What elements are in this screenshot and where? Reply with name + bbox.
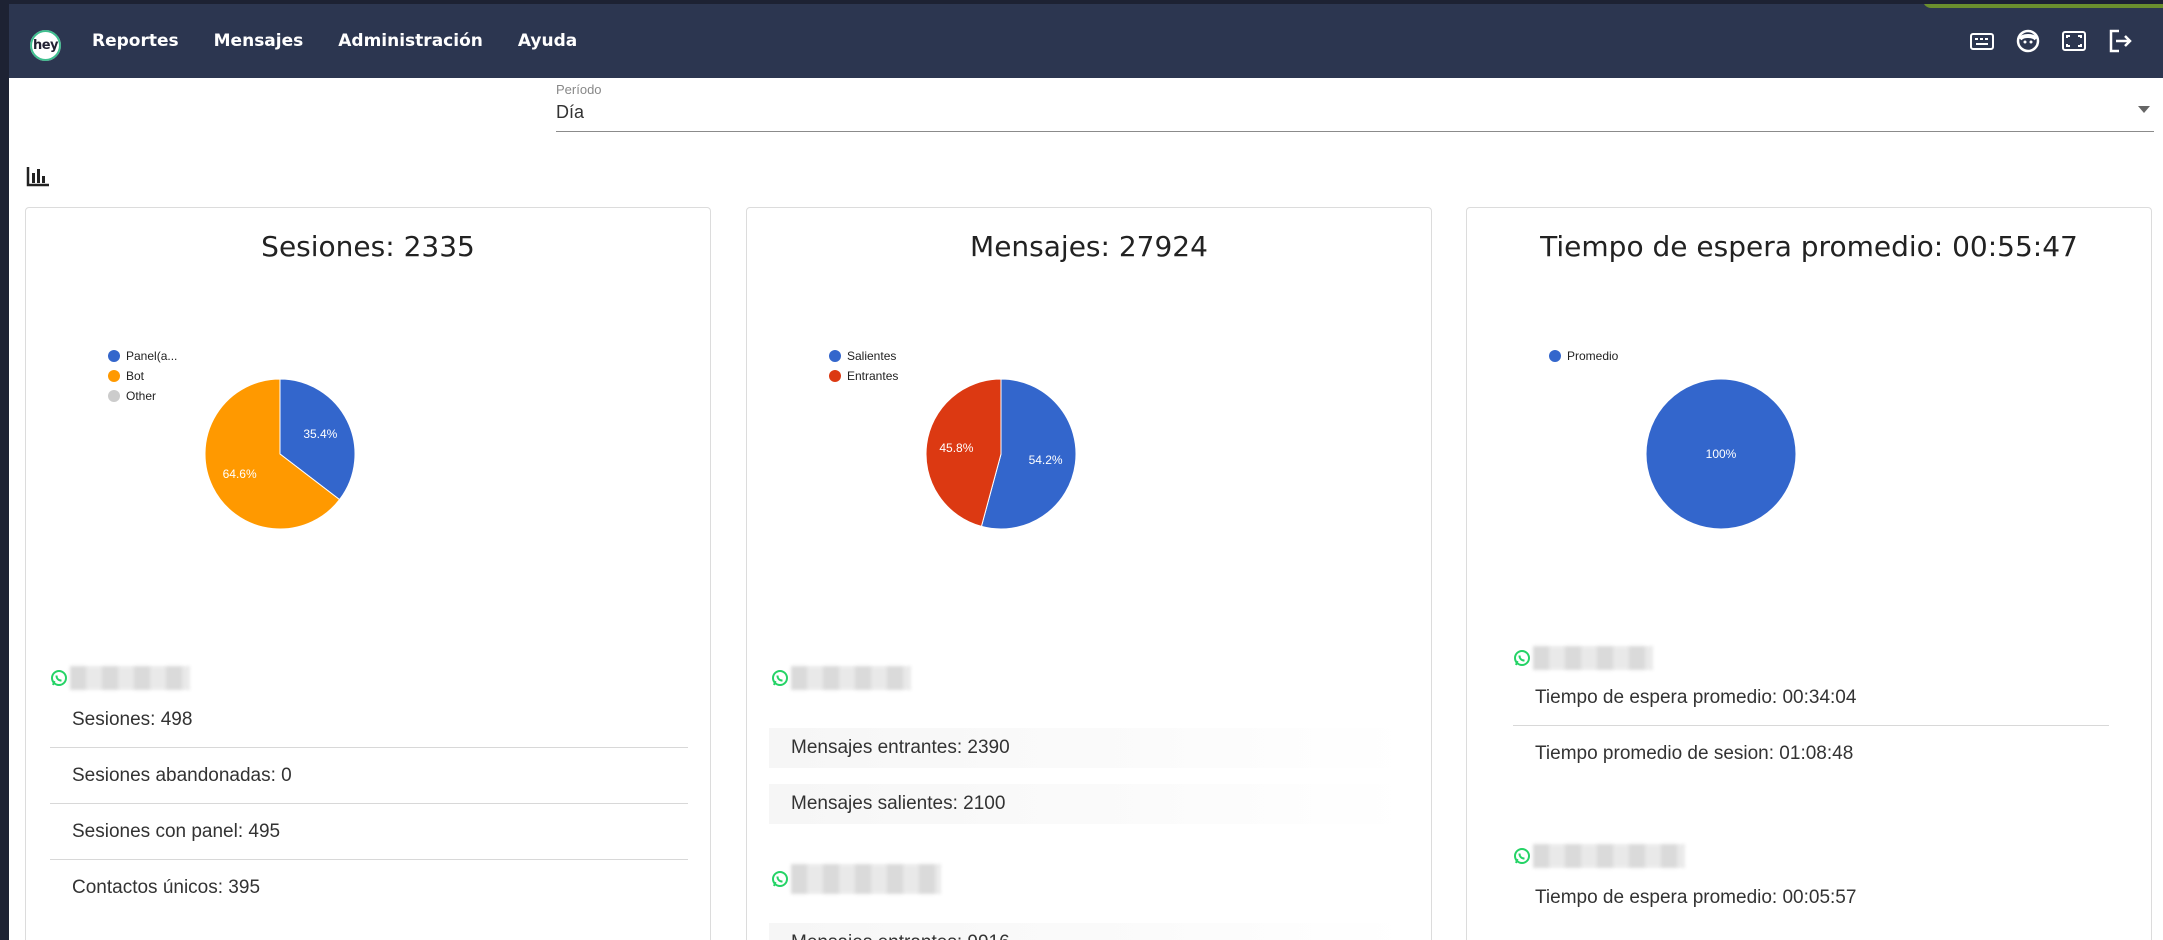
top-navbar: hey Reportes Mensajes Administración Ayu… [9,4,2163,78]
bar-chart-icon[interactable] [26,165,51,187]
corner-accent [1923,4,2163,8]
sessions-stats: Sesiones: 498 Sesiones abandonadas: 0 Se… [50,692,688,916]
pie-slice-label: 100% [1706,447,1737,461]
pie-slice-label: 35.4% [303,427,337,441]
stat-row: Sesiones con panel: 495 [50,804,688,860]
stat-row: Tiempo de espera promedio: 00:34:04 [1513,670,2109,726]
whatsapp-channel [1513,646,1653,670]
sessions-card: Sesiones: 2335 Panel(a... Bot Other 35.4… [25,207,711,940]
app-logo[interactable]: hey [27,27,64,64]
user-face-icon[interactable] [2013,26,2043,56]
wait-time-stats-2: Tiempo de espera promedio: 00:05:57 [1513,870,2109,926]
messages-card: Mensajes: 27924 Salientes Entrantes 54.2… [746,207,1432,940]
pie-slice-label: 45.8% [939,441,973,455]
messages-stats-2: Mensajes entrantes: 9916 [769,923,1409,940]
logout-icon[interactable] [2105,26,2135,56]
redacted-channel-name [791,666,911,690]
pie-slice-label: 54.2% [1029,453,1063,467]
period-label: Período [556,82,602,97]
sessions-pie-chart[interactable]: 35.4% 64.6% [26,208,712,628]
whatsapp-channel [50,666,190,690]
whatsapp-icon [772,871,788,887]
redacted-channel-name [70,666,190,690]
whatsapp-channel [771,666,911,690]
nav-item-reportes[interactable]: Reportes [92,31,179,51]
whatsapp-channel [1513,844,1685,868]
stat-row: Sesiones abandonadas: 0 [50,748,688,804]
period-select[interactable]: Período Día [556,78,2154,132]
whatsapp-icon [772,670,788,686]
stat-row: Tiempo promedio de sesion: 01:08:48 [1535,743,1854,764]
wait-time-pie-chart[interactable]: 100% [1467,208,2153,628]
stat-row: Tiempo de espera promedio: 00:05:57 [1535,887,1857,908]
keyboard-settings-icon[interactable] [1967,26,1997,56]
nav-item-mensajes[interactable]: Mensajes [214,31,304,51]
main-nav: Reportes Mensajes Administración Ayuda [92,4,612,78]
stat-row: Mensajes entrantes: 9916 [769,923,1409,940]
app-frame: hey Reportes Mensajes Administración Ayu… [9,4,2163,940]
whatsapp-icon [51,670,67,686]
wait-time-stats-1: Tiempo de espera promedio: 00:34:04 Tiem… [1513,670,2109,782]
whatsapp-icon [1514,848,1530,864]
stat-row: Mensajes salientes: 2100 [769,784,1409,824]
chevron-down-icon[interactable] [2138,106,2150,113]
nav-item-ayuda[interactable]: Ayuda [518,31,577,51]
messages-pie-chart[interactable]: 54.2% 45.8% [747,208,1433,628]
messages-stats-1: Mensajes entrantes: 2390 Mensajes salien… [769,728,1409,840]
redacted-channel-name [791,864,941,894]
pie-slice-label: 64.6% [223,467,257,481]
whatsapp-icon [1514,650,1530,666]
stat-row: Contactos únicos: 395 [72,877,261,898]
whatsapp-channel [771,864,941,894]
stat-row: Mensajes entrantes: 2390 [769,728,1409,768]
fullscreen-icon[interactable] [2059,26,2089,56]
logo-text: hey [32,38,59,53]
period-value: Día [556,102,585,122]
nav-tools [1951,26,2135,56]
redacted-channel-name [1533,844,1685,868]
wait-time-card: Tiempo de espera promedio: 00:55:47 Prom… [1466,207,2152,940]
nav-item-administracion[interactable]: Administración [338,31,483,51]
stat-row: Sesiones: 498 [50,692,688,748]
redacted-channel-name [1533,646,1653,670]
